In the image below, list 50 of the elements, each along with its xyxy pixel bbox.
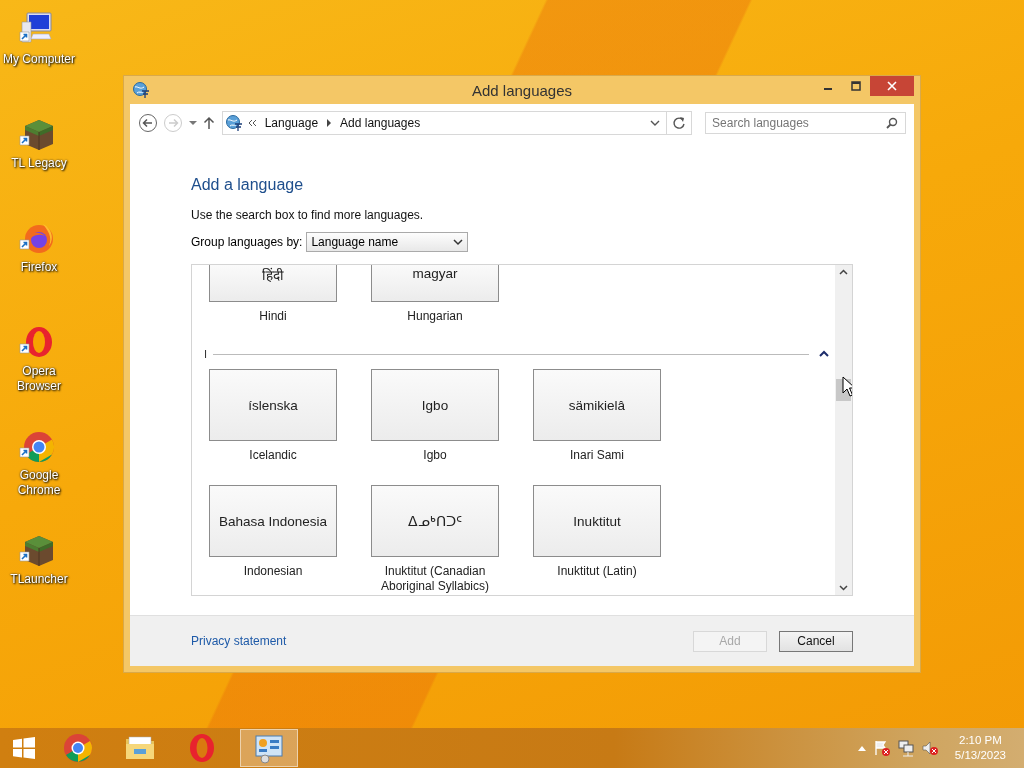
muted-speaker-icon[interactable] [920, 739, 939, 757]
privacy-link[interactable]: Privacy statement [191, 634, 287, 648]
dialog-button[interactable]: Cancel [779, 630, 853, 652]
language-tile[interactable]: íslenska [209, 369, 337, 441]
address-bar[interactable]: Language Add languages [221, 111, 668, 135]
up-arrow-icon[interactable] [202, 116, 215, 130]
globe-icon [224, 114, 243, 132]
group-by-label: Group languages by: [191, 235, 303, 249]
breadcrumb-item[interactable]: Language [264, 116, 319, 130]
mouse-cursor [842, 376, 852, 398]
control-panel-icon[interactable] [240, 729, 298, 767]
group-by-dropdown[interactable]: Language name [306, 232, 469, 252]
separator-arrow-icon[interactable] [326, 119, 333, 127]
dropdown-icon [453, 238, 464, 246]
language-name: Inari Sami [569, 448, 625, 463]
collapse-icon[interactable] [819, 350, 829, 358]
dropdown-icon[interactable] [650, 119, 661, 127]
language-tile[interactable]: Igbo [371, 369, 499, 441]
scrollbar[interactable] [835, 265, 852, 595]
language-name: Hindi [258, 309, 288, 324]
language-tile[interactable]: sämikielâ [533, 369, 661, 441]
instruction-text: Use the search box to find more languages. [191, 208, 425, 222]
breadcrumb-item[interactable]: Add languages [340, 116, 421, 130]
search-field[interactable]: Search languages [705, 112, 906, 134]
language-tile[interactable]: हिंदी [209, 265, 337, 302]
language-tile[interactable]: Inuktitut [533, 485, 661, 557]
dropdown-icon[interactable] [187, 119, 198, 127]
language-name: Indonesian [242, 564, 304, 579]
start-button[interactable] [10, 734, 38, 762]
language-tile[interactable]: Bahasa Indonesia [209, 485, 337, 557]
language-name: Inuktitut (Latin) [556, 564, 638, 579]
window-title: Add languages [470, 82, 574, 99]
globe-icon [132, 81, 150, 99]
language-name: Igbo [422, 448, 448, 463]
language-tile[interactable]: magyar [371, 265, 499, 302]
refresh-icon[interactable] [667, 111, 693, 135]
search-icon [886, 117, 898, 129]
close-icon [887, 81, 897, 91]
maximize-button[interactable] [851, 81, 861, 91]
language-name: Inuktitut (Canadian Aboriginal Syllabics) [379, 564, 490, 594]
close-button[interactable] [870, 76, 914, 96]
back-button[interactable] [138, 113, 158, 133]
group-letter: I [204, 348, 208, 360]
chevron-icon [246, 119, 257, 127]
language-name: Icelandic [248, 448, 298, 463]
page-heading: Add a language [191, 176, 305, 194]
language-name: Hungarian [406, 309, 464, 324]
network-icon[interactable] [896, 739, 915, 757]
flag-icon[interactable] [872, 739, 891, 757]
language-tile[interactable]: ᐃᓄᒃᑎᑐᑦ [371, 485, 499, 557]
